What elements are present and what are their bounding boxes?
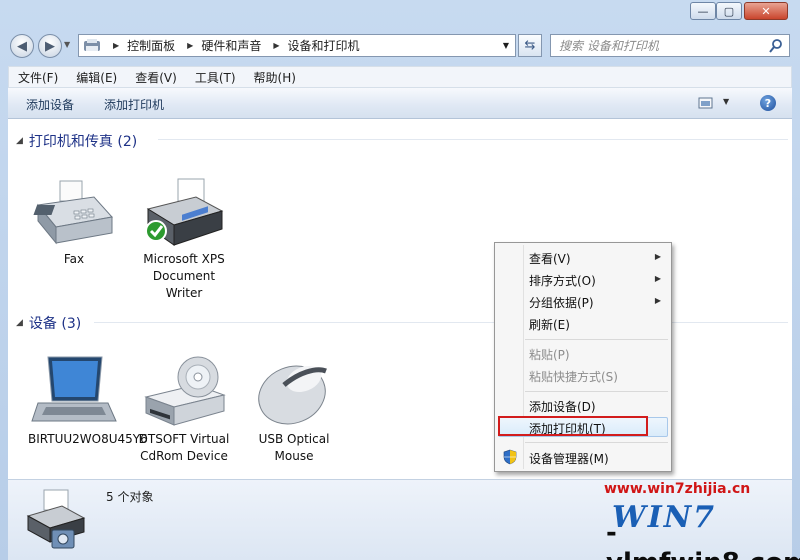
content-pane: ◢ 打印机和传真 (2) Fax Microsoft XPS Document … [8,119,792,479]
device-item-xps-writer[interactable]: Microsoft XPS Document Writer [138,175,230,302]
forward-button[interactable]: ▶ [38,34,62,58]
context-menu-paste: 粘贴(P) [529,348,570,362]
breadcrumb-control-panel[interactable]: 控制面板 [127,37,175,54]
mouse-icon [258,365,327,425]
device-item-cdrom[interactable]: DTSOFT Virtual CdRom Device [138,355,230,465]
device-label: BIRTUU2WO8U45Y6 [28,432,148,446]
devices-and-printers-window: — ▢ ✕ ◀ ▶ ▼ ▶ 控制面板 ▶ 硬件和声音 ▶ 设备和打印机 ▼ ⇆ … [0,0,800,560]
search-input[interactable]: 搜索 设备和打印机 [551,37,769,54]
menu-bar: 文件(F) 编辑(E) 查看(V) 工具(T) 帮助(H) [8,66,792,88]
menu-separator [525,391,668,392]
address-dropdown-icon[interactable]: ▼ [503,41,509,50]
menu-separator [525,442,668,443]
group-title-devices: 设备 (3) [28,316,82,332]
breadcrumb-separator-icon: ▶ [273,41,280,50]
group-divider [158,139,788,140]
group-title-printers: 打印机和传真 (2) [28,134,138,150]
device-label: DTSOFT Virtual CdRom Device [138,432,230,463]
device-item-fax[interactable]: Fax [28,175,120,268]
cdrom-icon [144,356,226,426]
context-menu: 查看(V) ▶ 排序方式(O) ▶ 分组依据(P) ▶ 刷新(E) 粘贴(P) … [494,242,672,472]
submenu-arrow-icon: ▶ [654,252,661,261]
minimize-button[interactable]: — [690,2,716,20]
address-bar[interactable]: ▶ 控制面板 ▶ 硬件和声音 ▶ 设备和打印机 ▼ [78,34,516,57]
fax-icon [33,180,113,245]
recent-pages-dropdown-icon[interactable]: ▼ [64,40,70,49]
menu-tools[interactable]: 工具(T) [186,69,245,86]
device-label: USB Optical Mouse [258,432,330,463]
object-count: 5 个对象 [106,490,154,504]
help-icon[interactable]: ? [760,95,776,111]
submenu-arrow-icon: ▶ [654,274,661,283]
view-dropdown-icon[interactable]: ▼ [723,97,729,106]
context-menu-refresh[interactable]: 刷新(E) [529,316,570,333]
device-label: Fax [63,252,85,266]
menu-file[interactable]: 文件(F) [9,69,67,86]
device-item-laptop[interactable]: BIRTUU2WO8U45Y6 [28,355,148,448]
refresh-button[interactable]: ⇆ [518,34,542,57]
refresh-icon: ⇆ [524,38,536,53]
device-item-mouse[interactable]: USB Optical Mouse [248,355,340,465]
menu-edit[interactable]: 编辑(E) [67,69,126,86]
add-printer-button[interactable]: 添加打印机 [104,96,164,113]
control-panel-icon [84,38,100,51]
watermark-site: -ylmfwin8.com [606,518,800,560]
menu-help[interactable]: 帮助(H) [245,69,305,86]
highlight-annotation-box [498,416,648,436]
submenu-arrow-icon: ▶ [654,296,661,305]
breadcrumb-separator-icon: ▶ [113,41,120,50]
context-menu-view[interactable]: 查看(V) [529,250,571,267]
group-divider [94,322,788,323]
forward-arrow-icon: ▶ [45,38,55,54]
menu-separator [525,339,668,340]
context-menu-sort[interactable]: 排序方式(O) [529,272,596,289]
change-view-icon[interactable] [698,97,714,109]
xps-printer-icon [145,178,224,246]
collapse-icon[interactable]: ◢ [16,318,23,328]
group-header-printers[interactable]: ◢ 打印机和传真 (2) [16,131,137,151]
devices-printers-icon [26,489,86,549]
breadcrumb-hardware-sound[interactable]: 硬件和声音 [201,37,261,54]
back-arrow-icon: ◀ [17,38,27,54]
back-button[interactable]: ◀ [10,34,34,58]
laptop-icon [31,356,117,422]
device-label: Microsoft XPS Document Writer [143,252,225,300]
maximize-button[interactable]: ▢ [716,2,742,20]
add-device-button[interactable]: 添加设备 [26,96,74,113]
group-header-devices[interactable]: ◢ 设备 (3) [16,313,81,333]
command-bar: 添加设备 添加打印机 ▼ ? [8,88,792,119]
search-box[interactable]: 搜索 设备和打印机 [550,34,790,57]
close-button[interactable]: ✕ [744,2,788,20]
context-menu-group-by[interactable]: 分组依据(P) [529,294,594,311]
context-menu-paste-shortcut: 粘贴快捷方式(S) [529,370,618,384]
shield-icon [503,449,517,465]
breadcrumb-devices-printers[interactable]: 设备和打印机 [288,37,360,54]
collapse-icon[interactable]: ◢ [16,136,23,146]
menu-view[interactable]: 查看(V) [126,69,186,86]
search-icon[interactable] [769,38,783,53]
watermark-url: www.win7zhijia.cn [604,481,751,497]
context-menu-add-device[interactable]: 添加设备(D) [529,398,596,415]
breadcrumb-separator-icon: ▶ [187,41,194,50]
context-menu-device-manager[interactable]: 设备管理器(M) [529,450,609,467]
